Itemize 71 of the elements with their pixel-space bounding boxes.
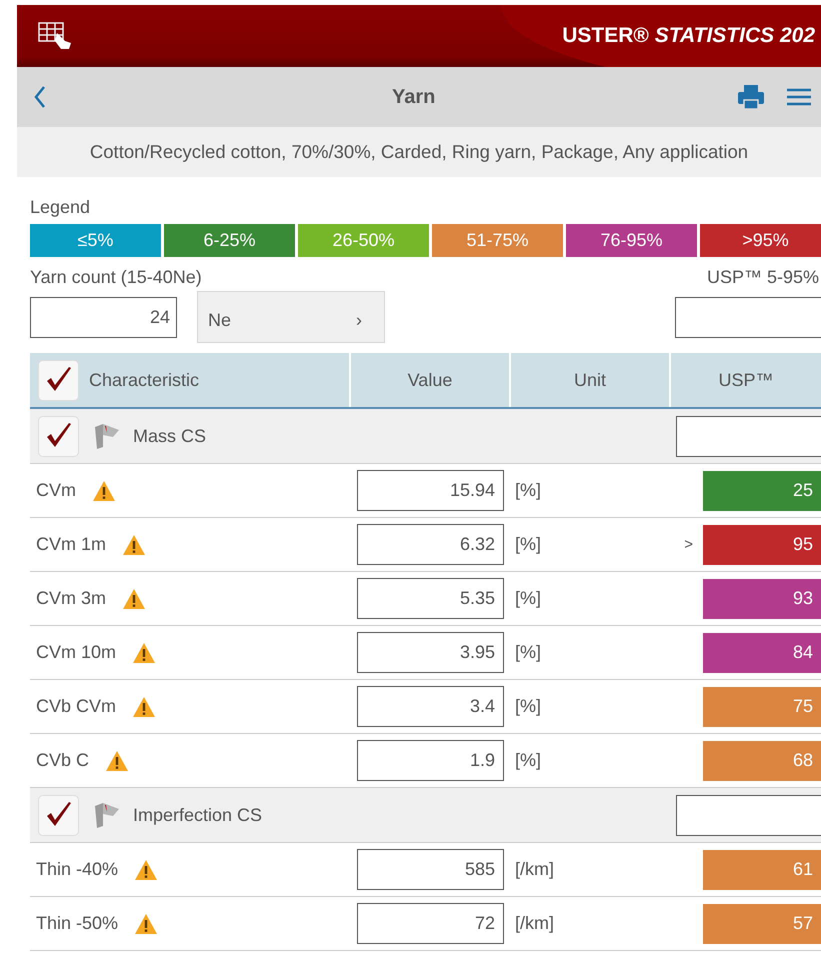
characteristic-name: Thin -40% xyxy=(36,859,118,880)
legend-item: ≤5% xyxy=(30,224,161,257)
warning-icon xyxy=(105,750,130,772)
unit-text: [/km] xyxy=(515,859,554,879)
usp-value: 95 xyxy=(703,524,821,564)
usp-range-label: USP™ 5-95% xyxy=(706,267,819,288)
legend-label: Legend xyxy=(30,197,90,217)
group-name: Imperfection CS xyxy=(133,804,262,826)
group-usp-field[interactable] xyxy=(676,416,821,456)
column-header: Value xyxy=(349,353,509,407)
warning-icon xyxy=(132,642,156,664)
selection-summary: Cotton/Recycled cotton, 70%/30%, Carded, Ring yarn, Package, Any application xyxy=(90,141,748,163)
unit-text: [%] xyxy=(515,750,542,770)
unit-text: [%] xyxy=(515,480,542,500)
brand-logo: USTER® STATISTICS 202 xyxy=(562,24,815,48)
characteristic-name: Thin -50% xyxy=(36,913,118,934)
warning-icon xyxy=(122,588,146,610)
column-header: Unit xyxy=(509,353,669,407)
select-all-checkbox[interactable] xyxy=(38,360,79,400)
usp-value: 25 xyxy=(703,470,821,510)
unit-dropdown[interactable]: Ne › xyxy=(197,291,385,343)
value-field[interactable]: 15.94 xyxy=(357,470,504,511)
usp-value: 84 xyxy=(703,632,821,672)
print-icon[interactable] xyxy=(737,83,765,111)
group-checkbox[interactable] xyxy=(38,416,79,456)
group-usp-field[interactable] xyxy=(676,794,821,836)
qualifier-text: > xyxy=(684,536,693,553)
usp-value: 75 xyxy=(703,686,821,726)
legend-item: 26-50% xyxy=(298,224,429,257)
yarn-count-field[interactable]: 24 xyxy=(30,296,177,338)
usp-range-field[interactable] xyxy=(675,296,821,338)
legend-item: >95% xyxy=(700,224,821,257)
value-field[interactable]: 1.9 xyxy=(357,740,504,781)
usp-value: 68 xyxy=(703,740,821,780)
group-checkbox[interactable] xyxy=(38,794,79,836)
yarn-count-label: Yarn count (15-40Ne) xyxy=(30,267,202,288)
value-field[interactable]: 6.32 xyxy=(357,524,504,565)
usp-value: 57 xyxy=(703,904,821,944)
characteristic-name: CVm 3m xyxy=(36,588,106,609)
value-field[interactable]: 3.95 xyxy=(357,632,504,673)
usp-value: 93 xyxy=(703,578,821,618)
column-header: Characteristic xyxy=(89,370,200,390)
warning-icon xyxy=(92,480,116,502)
legend-item: 76-95% xyxy=(566,224,697,257)
table-touch-icon[interactable] xyxy=(37,21,73,51)
group-name: Mass CS xyxy=(133,426,206,446)
characteristic-name: CVb CVm xyxy=(36,696,116,717)
page-title: Yarn xyxy=(392,86,436,108)
warning-icon xyxy=(132,696,156,718)
value-field[interactable]: 5.35 xyxy=(357,578,504,619)
unit-text: [%] xyxy=(515,642,542,662)
unit-text: [%] xyxy=(515,696,542,716)
unit-text: [%] xyxy=(515,534,542,554)
characteristic-name: CVb C xyxy=(36,750,90,771)
legend-item: 51-75% xyxy=(432,224,563,257)
value-field[interactable]: 72 xyxy=(357,903,504,944)
characteristic-name: CVm 10m xyxy=(36,642,116,663)
value-field[interactable]: 3.4 xyxy=(357,686,504,727)
warning-icon xyxy=(134,858,158,880)
characteristic-name: CVm 1m xyxy=(36,534,106,555)
column-header: USP™ xyxy=(669,353,821,407)
warning-icon xyxy=(134,912,158,934)
usp-value: 61 xyxy=(703,850,821,890)
characteristic-name: CVm xyxy=(36,480,76,501)
unit-text: [/km] xyxy=(515,913,554,933)
unit-text: [%] xyxy=(515,588,542,608)
value-field[interactable]: 585 xyxy=(357,849,504,890)
menu-icon[interactable] xyxy=(787,87,811,107)
back-icon[interactable] xyxy=(33,85,47,109)
warning-icon xyxy=(122,534,146,556)
legend-item: 6-25% xyxy=(164,224,295,257)
